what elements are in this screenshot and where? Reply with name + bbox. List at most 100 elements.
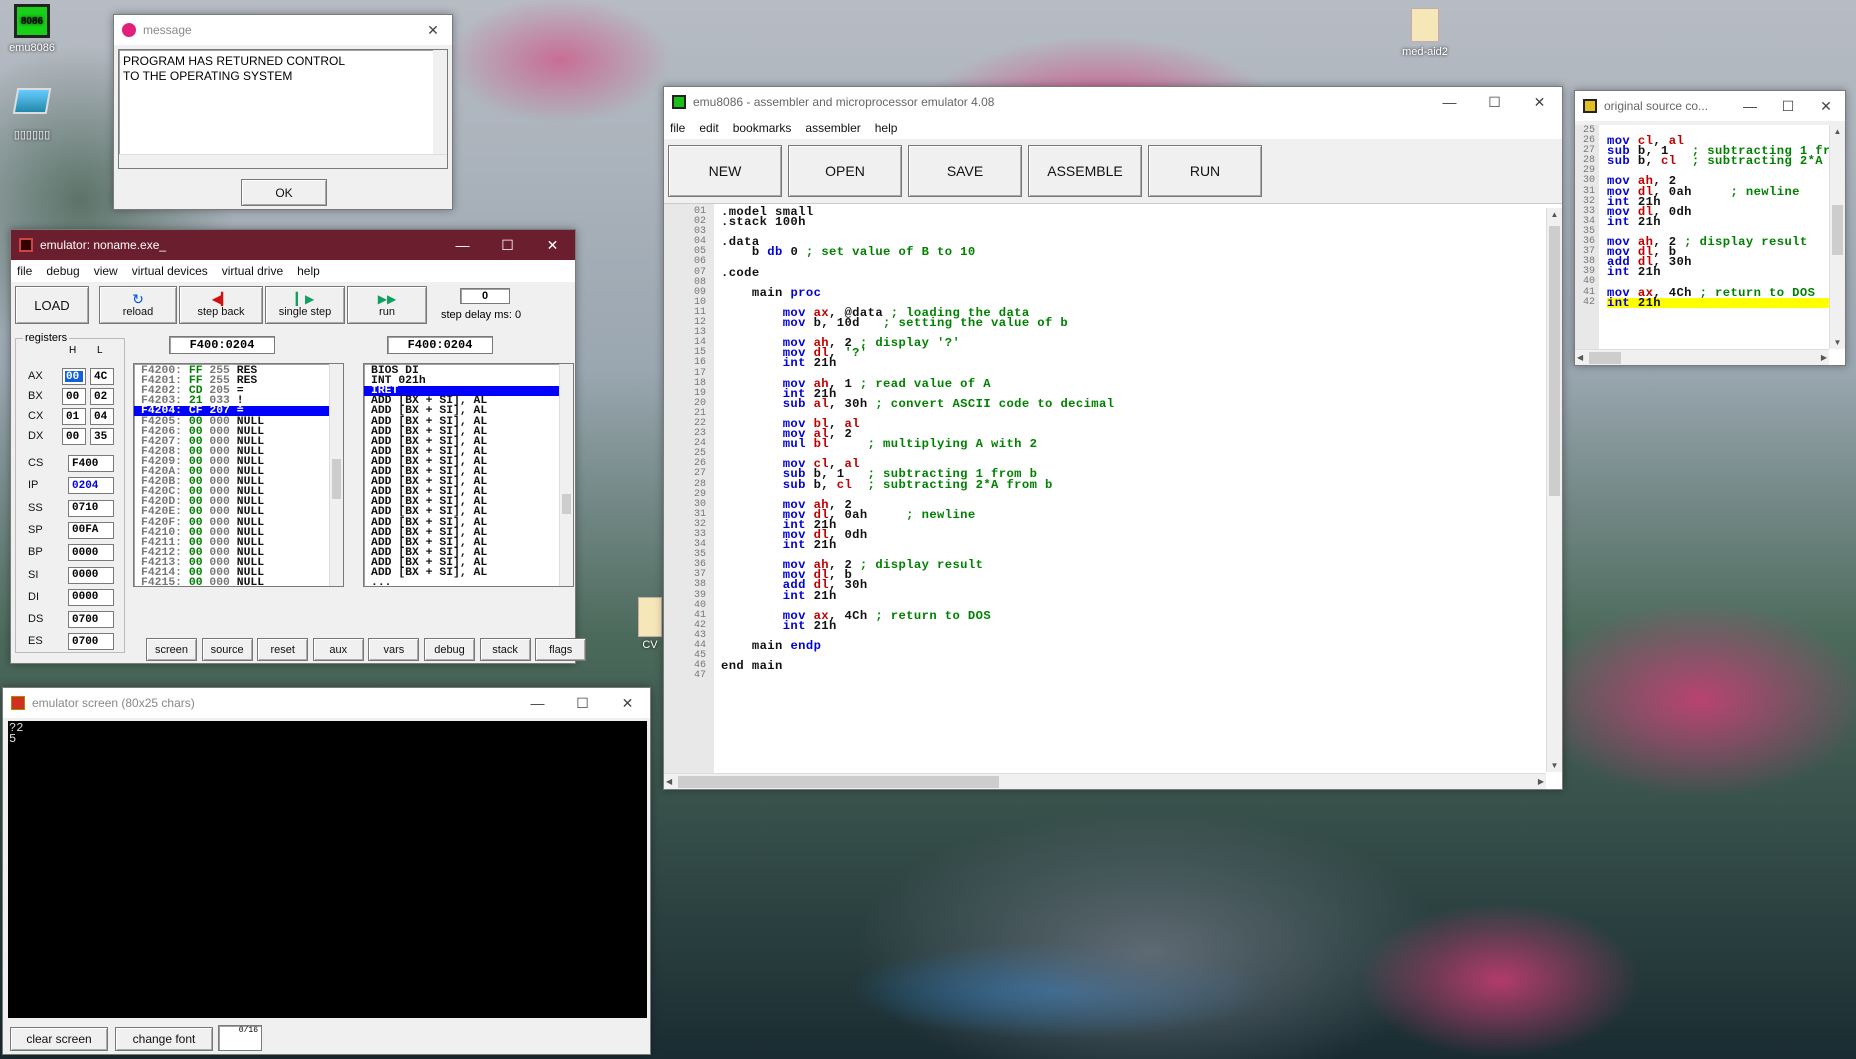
register-bp-value[interactable]: 0000 (68, 544, 114, 562)
open-button[interactable]: OPEN (788, 145, 902, 197)
change-font-button[interactable]: change font (115, 1027, 213, 1051)
menu-help[interactable]: help (297, 264, 320, 278)
register-bx-low[interactable]: 02 (90, 388, 114, 405)
vars-button[interactable]: vars (368, 638, 420, 661)
ok-button[interactable]: OK (241, 179, 327, 206)
step-delay-input[interactable]: 0 (460, 288, 510, 304)
assemble-button[interactable]: ASSEMBLE (1028, 145, 1142, 197)
reload-button[interactable]: ↻ reload (99, 286, 177, 324)
register-sp-value[interactable]: 00FA (68, 521, 114, 539)
register-cs-label: CS (28, 457, 44, 469)
register-bx-high[interactable]: 00 (62, 388, 86, 405)
minimize-icon[interactable]: — (515, 688, 560, 718)
maximize-icon[interactable]: ☐ (485, 230, 530, 260)
menu-edit[interactable]: edit (699, 121, 718, 135)
run-button[interactable]: RUN (1148, 145, 1262, 197)
disassembly-list[interactable]: BIOS DI INT 021h IRET ADD [BX + SI], AL ADD … (363, 363, 574, 587)
close-icon[interactable]: ✕ (530, 230, 575, 260)
disassembly-row[interactable]: ADD [BX + SI], AL (364, 507, 560, 519)
register-ax-high[interactable]: 00 (62, 368, 86, 385)
source-line-numbers: 25 26 27 28 29 30 31 32 33 34 35 36 37 38 39 40 41 42 (1577, 125, 1595, 308)
source-code-view[interactable]: 25 26 27 28 29 30 31 32 33 34 35 36 37 38 39 40 41 42 mov… (1575, 125, 1845, 365)
computer-desktop-icon[interactable]: ▯▯▯▯▯▯ (2, 88, 62, 141)
disasm-address-field[interactable]: F400:0204 (387, 336, 493, 354)
message-hscrollbar[interactable] (119, 154, 447, 168)
minimize-icon[interactable]: — (440, 230, 485, 260)
register-ds-value[interactable]: 0700 (68, 611, 114, 629)
editor-hscrollbar[interactable]: ◀ ▶ (664, 773, 1546, 789)
source-code[interactable]: .model small .stack 100h .data b db 0 ; se… (721, 206, 1114, 681)
single-step-button[interactable]: ▎▶ single step (265, 286, 345, 324)
screen-button[interactable]: screen (146, 638, 197, 661)
run-icon: ▶▶ (377, 292, 397, 306)
stack-button[interactable]: stack (479, 638, 531, 661)
memory-list[interactable]: F4200: FF 255 RES F4201: FF 255 RES F4202:… (133, 363, 344, 587)
register-dx-low[interactable]: 35 (90, 428, 114, 445)
menu-file[interactable]: file (17, 264, 32, 278)
med-aid2-label: med-aid2 (1402, 46, 1448, 58)
register-dx-high[interactable]: 00 (62, 428, 86, 445)
emu8086-desktop-icon[interactable]: 8086 emu8086 (2, 4, 62, 54)
register-di-value[interactable]: 0000 (68, 588, 114, 606)
register-ss-value[interactable]: 0710 (68, 499, 114, 517)
close-icon[interactable]: ✕ (414, 15, 452, 45)
menu-view[interactable]: view (94, 264, 118, 278)
aux-button[interactable]: aux (312, 638, 364, 661)
minimize-icon[interactable]: — (1427, 87, 1472, 117)
disassembly-row[interactable]: ADD [BX + SI], AL (364, 567, 560, 579)
editor-vscrollbar[interactable]: ▲ ▼ (1546, 208, 1562, 772)
med-aid2-folder-icon[interactable]: med-aid2 (1394, 8, 1456, 58)
menu-bookmarks[interactable]: bookmarks (733, 121, 792, 135)
maximize-icon[interactable]: ☐ (560, 688, 605, 718)
source-title: original source co... (1604, 99, 1709, 113)
new-button[interactable]: NEW (668, 145, 782, 197)
source-code-lines: mov cl, alsub b, 1 ; subtracting 1 from … (1607, 126, 1829, 308)
register-ss-label: SS (28, 501, 43, 514)
run-button[interactable]: ▶▶ run (347, 286, 427, 324)
menu-file[interactable]: file (670, 121, 685, 135)
reset-button[interactable]: reset (257, 638, 309, 661)
menu-debug[interactable]: debug (46, 264, 79, 278)
menu-help[interactable]: help (875, 121, 898, 135)
maximize-icon[interactable]: ☐ (1769, 91, 1807, 121)
editor-app-icon (672, 95, 686, 109)
register-cx-high[interactable]: 01 (62, 408, 86, 425)
register-ax-low[interactable]: 4C (90, 368, 114, 385)
maximize-icon[interactable]: ☐ (1472, 87, 1517, 117)
register-cs-value[interactable]: F400 (68, 455, 114, 472)
register-es-value[interactable]: 0700 (68, 633, 114, 651)
source-hscrollbar[interactable]: ◀ ▶ (1575, 349, 1829, 365)
code-line: b db 0 ; set value of B to 10 (721, 245, 976, 260)
clear-screen-button[interactable]: clear screen (10, 1027, 108, 1051)
code-line: int 21h (782, 356, 837, 371)
register-si-value[interactable]: 0000 (68, 566, 114, 584)
register-cx-low[interactable]: 04 (90, 408, 114, 425)
memory-scrollbar[interactable] (329, 364, 343, 586)
save-button[interactable]: SAVE (908, 145, 1022, 197)
disassembly-row[interactable]: ... (364, 577, 560, 586)
source-button[interactable]: source (201, 638, 253, 661)
memory-address-field[interactable]: F400:0204 (169, 336, 275, 354)
line-number: 16 (693, 357, 706, 369)
minimize-icon[interactable]: — (1731, 91, 1769, 121)
disassembly-scrollbar[interactable] (559, 364, 573, 586)
menu-virtual-devices[interactable]: virtual devices (132, 264, 208, 278)
screen-titlebar: emulator screen (80x25 chars) — ☐ ✕ (3, 688, 650, 718)
message-vscrollbar[interactable] (433, 50, 447, 154)
step-back-button[interactable]: ◀▎ step back (179, 286, 263, 324)
screen-display[interactable]: ?2 5 (8, 721, 647, 1018)
memory-row[interactable]: F4215: 00 000 NULL (134, 577, 330, 586)
close-icon[interactable]: ✕ (1517, 87, 1562, 117)
code-editor[interactable]: 01 02 03 04 05 06 07 08 09 10 11 12 13 14 15 16 17 18 19 20… (664, 203, 1562, 789)
source-vscrollbar[interactable]: ▲ ▼ (1829, 125, 1845, 349)
debug-button[interactable]: debug (424, 638, 475, 661)
menu-assembler[interactable]: assembler (805, 121, 860, 135)
register-ip-value[interactable]: 0204 (68, 477, 114, 495)
close-icon[interactable]: ✕ (605, 688, 650, 718)
menu-virtual-drive[interactable]: virtual drive (222, 264, 283, 278)
laptop-icon (12, 88, 52, 114)
load-button[interactable]: LOAD (15, 286, 89, 324)
flags-button[interactable]: flags (535, 638, 587, 661)
disassembly-row[interactable]: ADD [BX + SI], AL (364, 406, 560, 418)
close-icon[interactable]: ✕ (1807, 91, 1845, 121)
